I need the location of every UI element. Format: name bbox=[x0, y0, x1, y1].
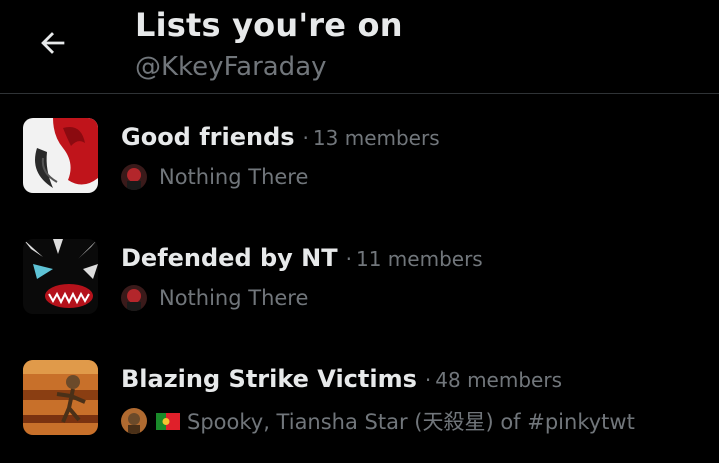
owner-name: Spooky, Tiansha Star (天殺星) of #pinkytwt bbox=[187, 410, 635, 434]
list-owner: Nothing There bbox=[121, 164, 308, 190]
list-title-line: Defended by NT · 11 members bbox=[121, 244, 483, 272]
member-count: 13 members bbox=[312, 126, 440, 150]
member-count: 48 members bbox=[435, 368, 562, 392]
owner-name: Nothing There bbox=[159, 286, 309, 310]
owner-avatar bbox=[121, 164, 147, 190]
page-title: Lists you're on bbox=[135, 6, 403, 44]
list-item-defended-by-nt[interactable]: Defended by NT · 11 members Nothing There bbox=[0, 216, 719, 337]
member-count: 11 members bbox=[356, 247, 483, 271]
list-name: Blazing Strike Victims bbox=[121, 365, 417, 393]
owner-avatar bbox=[121, 285, 147, 311]
list-owner: Spooky, Tiansha Star (天殺星) of #pinkytwt bbox=[121, 406, 635, 436]
list-title-line: Good friends · 13 members bbox=[121, 123, 440, 151]
list-owner: Nothing There bbox=[121, 285, 308, 311]
list-name: Defended by NT bbox=[121, 244, 338, 272]
separator-dot: · bbox=[302, 126, 309, 150]
owner-name: Nothing There bbox=[159, 165, 309, 189]
portugal-flag-icon bbox=[156, 412, 180, 430]
header-bar: Lists you're on @KkeyFaraday bbox=[0, 0, 719, 94]
list-thumbnail bbox=[23, 360, 98, 435]
list-item-blazing-strike-victims[interactable]: Blazing Strike Victims · 48 members Spooky… bbox=[0, 337, 719, 458]
owner-avatar bbox=[121, 408, 147, 434]
list-thumbnail bbox=[23, 239, 98, 314]
separator-dot: · bbox=[424, 368, 432, 392]
list-item-good-friends[interactable]: Good friends · 13 members Nothing There bbox=[0, 95, 719, 216]
list-thumbnail bbox=[23, 118, 98, 193]
arrow-left-icon bbox=[41, 32, 65, 54]
list-name: Good friends bbox=[121, 123, 295, 151]
separator-dot: · bbox=[345, 247, 352, 271]
list-title-line: Blazing Strike Victims · 48 members bbox=[121, 365, 562, 393]
username-subtitle: @KkeyFaraday bbox=[135, 52, 327, 82]
back-button[interactable] bbox=[34, 24, 72, 62]
